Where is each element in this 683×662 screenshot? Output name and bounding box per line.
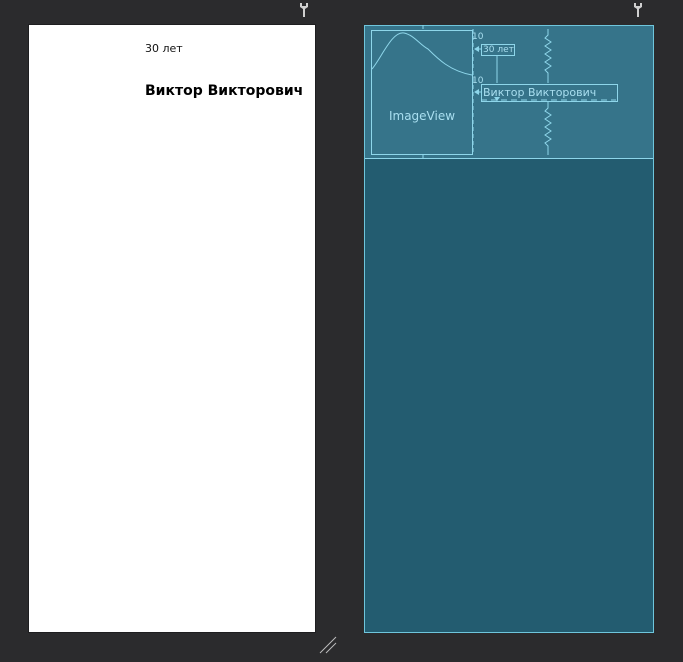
blueprint-wrench-icon[interactable]	[632, 2, 644, 18]
resize-handle-icon[interactable]	[318, 635, 338, 655]
imageview-label: ImageView	[388, 109, 456, 123]
age-text[interactable]: 30 лет	[145, 42, 183, 55]
blueprint-name-text[interactable]: Виктор Викторович	[481, 84, 618, 102]
margin-top-label: 10	[472, 32, 484, 42]
blueprint-age-text[interactable]: 30 лет	[481, 44, 515, 56]
blueprint-surface[interactable]: ImageView 10 10 30 лет Виктор Викторович	[364, 25, 654, 633]
imageview-placeholder-icon	[372, 32, 472, 76]
blueprint-imageview[interactable]: ImageView	[371, 30, 473, 155]
blueprint-header-layout[interactable]: ImageView 10 10 30 лет Виктор Викторович	[365, 26, 653, 159]
name-text[interactable]: Виктор Викторович	[145, 83, 303, 99]
design-wrench-icon[interactable]	[298, 2, 310, 18]
design-surface[interactable]: 30 лет Виктор Викторович	[29, 25, 315, 632]
